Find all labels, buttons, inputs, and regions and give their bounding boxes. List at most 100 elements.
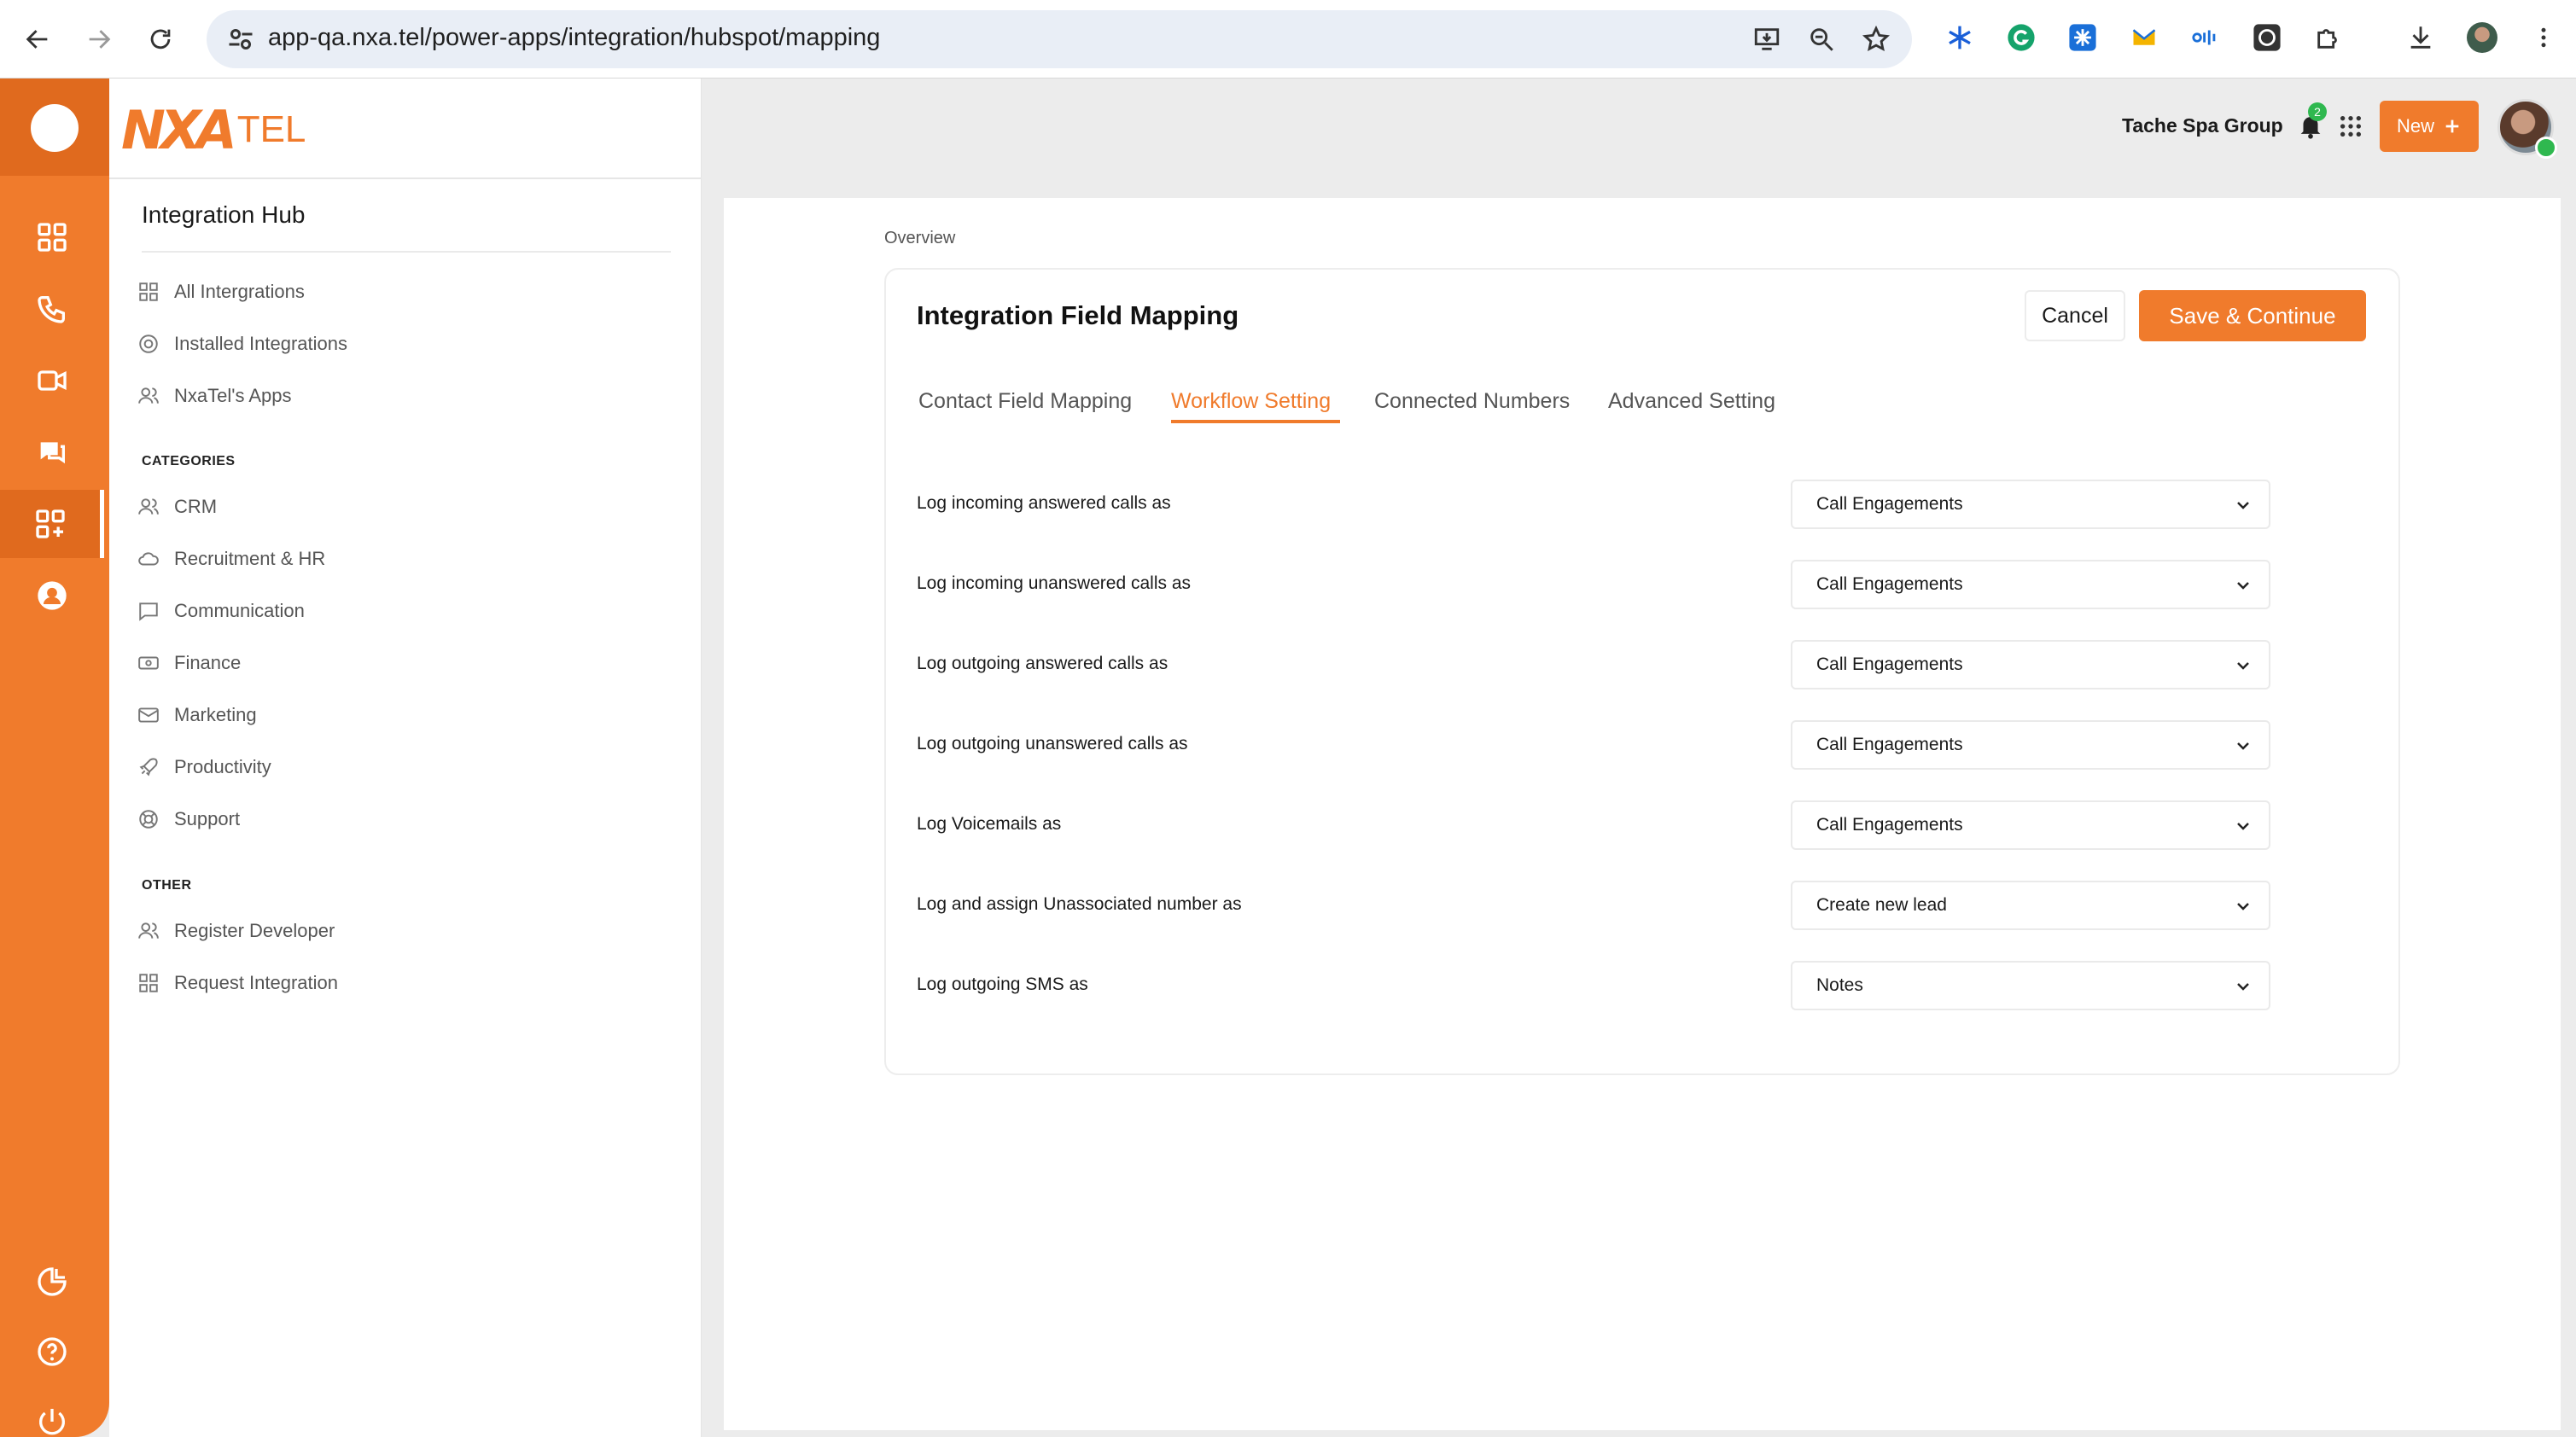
url-text[interactable]: app-qa.nxa.tel/power-apps/integration/hu… [268,24,880,52]
outgoing-sms-select[interactable]: Notes [1791,961,2270,1010]
new-button[interactable]: New [2380,101,2479,152]
sidebar-item-label: Communication [174,600,305,621]
select-value: Create new lead [1816,895,1947,915]
users-icon [137,919,160,943]
select-value: Notes [1816,975,1863,995]
app-rail [0,79,109,1437]
sidebar-item-crm[interactable]: CRM [137,490,217,524]
select-value: Call Engagements [1816,494,1963,514]
chevron-down-icon [2237,983,2249,991]
sidebar-item-label: Request Integration [174,972,339,993]
sidebar-item-label: Finance [174,652,242,673]
row-label: Log incoming unanswered calls as [917,573,1192,593]
browser-toolbar: app-qa.nxa.tel/power-apps/integration/hu… [0,0,2576,79]
sidebar-item-support[interactable]: Support [137,802,240,836]
menu-dots-icon[interactable] [2526,20,2561,55]
unassociated-number-select[interactable]: Create new lead [1791,881,2270,930]
chevron-down-icon [2237,582,2249,590]
sidebar-item-request-integration[interactable]: Request Integration [137,966,338,1000]
extensions-puzzle-icon[interactable] [2311,20,2346,55]
sidebar-item-label: All Intergrations [174,281,305,302]
profile-avatar-icon[interactable] [2465,20,2499,55]
extension-chatgpt-icon[interactable] [2250,20,2284,55]
select-value: Call Engagements [1816,735,1963,754]
tab-advanced-setting[interactable]: Advanced Setting [1608,389,1775,414]
extension-otter-icon[interactable] [2188,20,2223,55]
hub-title: Integration Hub [142,201,306,228]
logout-power-icon[interactable] [0,1388,104,1437]
lifebuoy-icon [137,807,160,831]
contacts-icon[interactable] [0,561,104,630]
extension-blue-star-icon[interactable] [2066,20,2100,55]
users-icon [137,495,160,519]
notification-badge: 2 [2308,102,2327,121]
analytics-icon[interactable] [0,1248,104,1316]
dashboard-icon[interactable] [0,203,104,271]
address-bar[interactable]: app-qa.nxa.tel/power-apps/integration/hu… [207,10,1912,68]
sidebar-item-finance[interactable]: Finance [137,646,241,680]
download-icon[interactable] [2404,20,2438,55]
extension-snowflake-icon[interactable] [1943,20,1977,55]
integrations-icon[interactable] [0,490,104,558]
video-icon[interactable] [0,346,104,415]
sidebar-item-label: Productivity [174,756,271,777]
divider [109,177,702,179]
zoom-icon[interactable] [1804,22,1839,56]
cancel-button[interactable]: Cancel [2025,290,2125,341]
clock-icon [137,332,160,356]
sidebar-item-label: Installed Integrations [174,333,348,354]
back-icon[interactable] [17,19,58,60]
row-label: Log outgoing answered calls as [917,654,1169,673]
grid-icon [137,971,160,995]
rail-header [0,79,109,176]
sidebar-item-label: Marketing [174,704,257,725]
select-value: Call Engagements [1816,815,1963,835]
row-label: Log outgoing SMS as [917,974,1088,994]
incoming-unanswered-select[interactable]: Call Engagements [1791,560,2270,609]
tab-connected-numbers[interactable]: Connected Numbers [1374,389,1570,414]
phone-icon[interactable] [0,275,104,343]
forward-icon[interactable] [79,19,119,60]
nxatel-logo[interactable]: NXA TEL [121,96,306,164]
help-icon[interactable] [0,1318,104,1386]
site-settings-icon[interactable] [225,24,256,55]
row-label: Log incoming answered calls as [917,493,1171,513]
chat-icon [137,599,160,623]
tab-workflow-setting[interactable]: Workflow Setting [1171,389,1331,414]
sidebar-item-productivity[interactable]: Productivity [137,750,271,784]
apps-grid-icon[interactable] [2337,113,2364,140]
sidebar-item-communication[interactable]: Communication [137,594,305,628]
breadcrumb[interactable]: Overview [884,229,955,248]
voicemails-select[interactable]: Call Engagements [1791,800,2270,850]
sidebar-item-label: Support [174,808,241,829]
online-status-indicator [2535,137,2557,159]
sidebar-item-all-integrations[interactable]: All Intergrations [137,275,305,309]
extension-mail-icon[interactable] [2127,20,2161,55]
incoming-answered-select[interactable]: Call Engagements [1791,480,2270,529]
sidebar-item-register-developer[interactable]: Register Developer [137,914,335,948]
money-icon [137,651,160,675]
reload-icon[interactable] [140,19,181,60]
chevron-down-icon [2237,742,2249,750]
sidebar-item-installed-integrations[interactable]: Installed Integrations [137,327,347,361]
sidebar-item-recruitment-hr[interactable]: Recruitment & HR [137,542,325,576]
bookmark-star-icon[interactable] [1859,22,1893,56]
select-value: Call Engagements [1816,655,1963,674]
rail-logo-icon[interactable] [31,104,79,152]
organization-name[interactable]: Tache Spa Group [2122,114,2283,137]
save-continue-button[interactable]: Save & Continue [2139,290,2366,341]
extension-grammarly-icon[interactable] [2004,20,2038,55]
outgoing-unanswered-select[interactable]: Call Engagements [1791,720,2270,770]
sidebar-item-label: CRM [174,496,218,517]
sidebar-item-marketing[interactable]: Marketing [137,698,257,732]
cloud-icon [137,547,160,571]
sidebar-item-label: NxaTel's Apps [174,385,292,406]
tab-contact-field-mapping[interactable]: Contact Field Mapping [918,389,1132,414]
chevron-down-icon [2237,903,2249,910]
sidebar-item-nxatel-apps[interactable]: NxaTel's Apps [137,379,292,413]
categories-heading: CATEGORIES [142,454,236,468]
outgoing-answered-select[interactable]: Call Engagements [1791,640,2270,689]
install-app-icon[interactable] [1750,22,1784,56]
messages-icon[interactable] [0,418,104,486]
chevron-down-icon [2237,662,2249,670]
